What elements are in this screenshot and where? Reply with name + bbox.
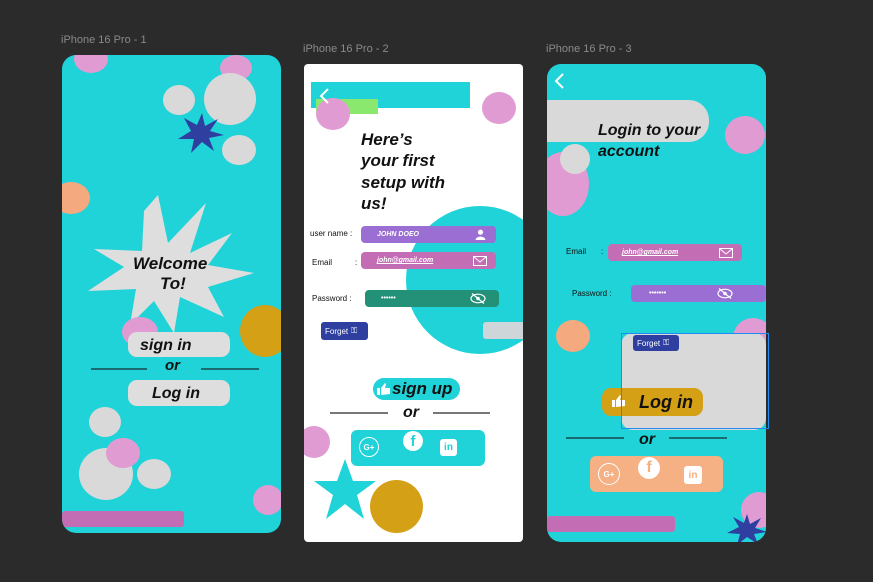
setup-heading-line1: Here’s (361, 130, 413, 149)
linkedin-icon[interactable]: in (440, 439, 457, 456)
pink-blob (106, 438, 140, 468)
google-icon[interactable]: G+ (598, 463, 620, 485)
phone-frame-3[interactable]: Login to your account Email : john@gmail… (547, 64, 766, 542)
eye-off-icon[interactable] (717, 288, 733, 299)
or-label: or (403, 404, 419, 421)
orange-blob (556, 320, 590, 352)
welcome-heading-line1: Welcome (133, 254, 208, 273)
divider-line (433, 412, 490, 414)
user-icon (475, 229, 486, 240)
email-value: john@gmail.com (622, 249, 679, 256)
pink-blob (304, 426, 330, 458)
star-decoration-icon (727, 514, 766, 542)
setup-heading-line3: setup with (361, 173, 446, 192)
password-label: Password : (312, 294, 352, 303)
email-field[interactable]: john@gmail.com (361, 252, 496, 269)
setup-heading-line2: your first (361, 151, 435, 170)
or-label: or (639, 431, 655, 448)
mustard-blob (370, 480, 423, 533)
email-colon: : (601, 247, 604, 256)
divider-line (566, 437, 624, 439)
login-heading-line2: account (598, 143, 660, 160)
divider-line (201, 368, 259, 370)
back-chevron-icon[interactable] (318, 87, 330, 105)
email-value: john@gmail.com (377, 257, 434, 264)
email-colon: : (355, 258, 358, 267)
gray-blob (89, 407, 121, 437)
gray-blob (560, 144, 590, 174)
phone-frame-1[interactable]: Welcome To! sign in or Log in (62, 55, 281, 533)
pink-blob (482, 92, 516, 124)
mustard-blob (240, 305, 281, 357)
username-value: JOHN DOEO (377, 231, 420, 238)
phone-frame-2[interactable]: Here’s your first setup with us! user na… (304, 64, 523, 542)
mail-icon (473, 256, 487, 266)
google-icon[interactable]: G+ (359, 437, 379, 457)
password-field[interactable]: •••••• (365, 290, 499, 307)
forget-label: Forget (325, 326, 349, 336)
thumbs-up-icon (377, 383, 390, 395)
linkedin-icon[interactable]: in (684, 466, 702, 484)
password-value: •••••• (381, 295, 396, 302)
facebook-icon[interactable]: f (638, 457, 660, 479)
pink-blob (253, 485, 281, 515)
password-value: ••••••• (649, 290, 667, 297)
selection-box[interactable] (621, 333, 769, 429)
gray-tab (483, 322, 523, 339)
login-heading-line1: Login to your (598, 122, 701, 139)
back-chevron-icon[interactable] (553, 72, 565, 90)
username-label: user name : (310, 229, 353, 238)
gray-blob (137, 459, 171, 489)
facebook-icon[interactable]: f (403, 431, 423, 451)
mail-icon (719, 248, 733, 258)
signin-button-label: sign in (140, 337, 192, 354)
eye-off-icon[interactable] (470, 293, 486, 304)
star-decoration-icon (178, 113, 224, 153)
username-field[interactable]: JOHN DOEO (361, 226, 496, 243)
setup-heading-line4: us! (361, 194, 387, 213)
signup-label: sign up (392, 379, 453, 398)
divider-line (669, 437, 727, 439)
email-label: Email (312, 258, 333, 267)
bottom-bar (547, 516, 675, 532)
divider-line (330, 412, 388, 414)
pink-blob (74, 55, 108, 73)
welcome-heading-line2: To! (160, 274, 186, 293)
frame-label-3[interactable]: iPhone 16 Pro - 3 (546, 43, 632, 55)
bottom-bar (62, 511, 184, 527)
forget-button[interactable]: Forget ⚿ (321, 322, 368, 340)
or-label: or (165, 357, 180, 374)
frame-label-2[interactable]: iPhone 16 Pro - 2 (303, 43, 389, 55)
email-field[interactable]: john@gmail.com (608, 244, 742, 261)
star-decoration-icon (314, 459, 376, 519)
login-button-label: Log in (152, 385, 200, 402)
divider-line (91, 368, 147, 370)
gray-blob (222, 135, 256, 165)
frame-label-1[interactable]: iPhone 16 Pro - 1 (61, 34, 147, 46)
pink-blob (725, 116, 765, 154)
password-label: Password : (572, 289, 612, 298)
email-label: Email (566, 247, 587, 256)
password-field[interactable]: ••••••• (631, 285, 766, 302)
key-icon: ⚿ (351, 326, 358, 335)
